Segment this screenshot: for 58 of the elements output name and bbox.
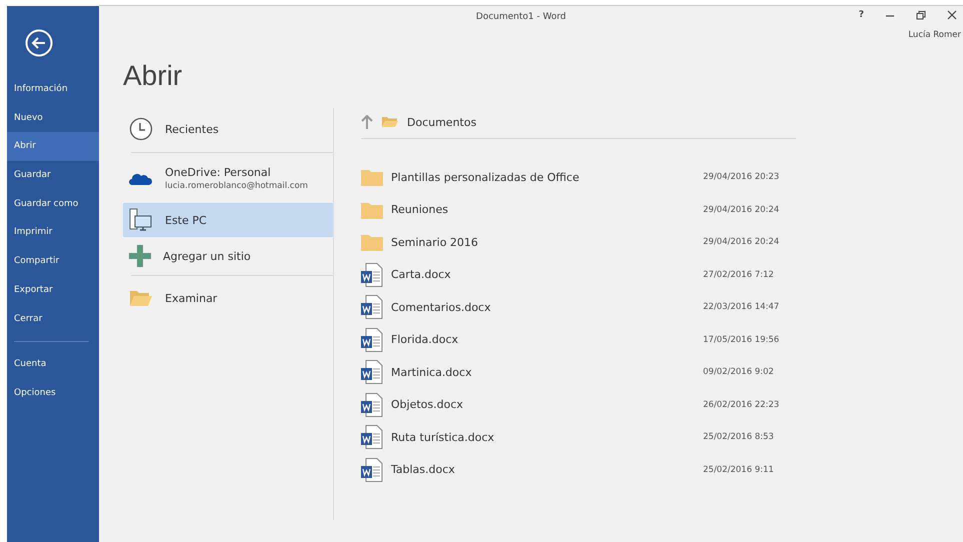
- restore-icon[interactable]: [916, 10, 926, 20]
- word-document-icon: [361, 262, 383, 287]
- file-name[interactable]: Carta.docx: [391, 268, 703, 282]
- file-name[interactable]: Objetos.docx: [391, 398, 703, 412]
- word-document-icon: [361, 458, 383, 482]
- computer-icon: [129, 208, 153, 232]
- close-icon[interactable]: [947, 10, 957, 20]
- file-date: 22/03/2016 14:47: [703, 302, 780, 312]
- file-date: 29/04/2016 20:23: [703, 172, 780, 182]
- file-name[interactable]: Florida.docx: [391, 333, 703, 346]
- file-name[interactable]: Comentarios.docx: [391, 300, 703, 314]
- file-name[interactable]: Reuniones: [391, 203, 703, 216]
- file-date: 17/05/2016 19:56: [703, 334, 780, 345]
- word-document-icon: [361, 328, 383, 352]
- file-date: 29/04/2016 20:24: [703, 204, 780, 215]
- breadcrumb-folder[interactable]: Documentos: [407, 116, 476, 128]
- folder-icon: [361, 233, 383, 252]
- word-document-icon: [361, 425, 383, 450]
- file-date: 25/02/2016 9:11: [703, 464, 774, 475]
- user-name[interactable]: Lucía Romer: [908, 30, 961, 40]
- word-document-icon: [361, 360, 383, 384]
- folder-icon: [129, 289, 153, 307]
- folder-icon: [361, 168, 383, 186]
- sidebar-item[interactable]: Exportar: [7, 276, 99, 304]
- file-date: 09/02/2016 9:02: [703, 367, 774, 378]
- file-name[interactable]: Tablas.docx: [391, 463, 703, 476]
- file-name[interactable]: Ruta turística.docx: [391, 430, 703, 444]
- page-title: Abrir: [123, 60, 184, 92]
- window-title: Documento1 - Word: [476, 12, 566, 22]
- folder-icon: [382, 116, 398, 128]
- location-item[interactable]: OneDrive: Personal lucia.romeroblanco@hotmail.com: [123, 153, 333, 203]
- file-name[interactable]: Seminario 2016: [391, 236, 703, 249]
- sidebar-item[interactable]: Cerrar: [7, 304, 99, 334]
- plus-icon: [129, 245, 151, 267]
- location-item[interactable]: Examinar: [123, 276, 333, 320]
- file-date: 25/02/2016 8:53: [703, 432, 774, 442]
- sidebar-item[interactable]: Guardar como: [7, 190, 99, 218]
- file-name[interactable]: Plantillas personalizadas de Office: [391, 170, 703, 184]
- help-button[interactable]: ?: [858, 10, 864, 20]
- location-item[interactable]: Recientes: [123, 106, 333, 152]
- file-date: 29/04/2016 20:24: [703, 237, 780, 248]
- sidebar-item[interactable]: Cuenta: [7, 350, 99, 379]
- sidebar-item[interactable]: Opciones: [7, 378, 99, 408]
- sidebar-item[interactable]: Guardar: [7, 161, 99, 190]
- clock-icon: [129, 117, 153, 141]
- file-date: 27/02/2016 7:12: [703, 270, 774, 280]
- location-item[interactable]: Agregar un sitio: [123, 237, 333, 275]
- word-document-icon: [361, 392, 383, 417]
- folder-icon: [361, 200, 383, 219]
- file-name[interactable]: Martinica.docx: [391, 366, 703, 379]
- sidebar-item[interactable]: Información: [7, 75, 99, 104]
- sidebar-item[interactable]: Nuevo: [7, 104, 99, 132]
- file-date: 26/02/2016 22:23: [703, 400, 780, 410]
- word-document-icon: [361, 295, 383, 320]
- sidebar-item[interactable]: Abrir: [7, 132, 99, 162]
- sidebar-item[interactable]: Compartir: [7, 247, 99, 276]
- sidebar-item[interactable]: Imprimir: [7, 218, 99, 248]
- location-item[interactable]: Este PC: [123, 203, 333, 237]
